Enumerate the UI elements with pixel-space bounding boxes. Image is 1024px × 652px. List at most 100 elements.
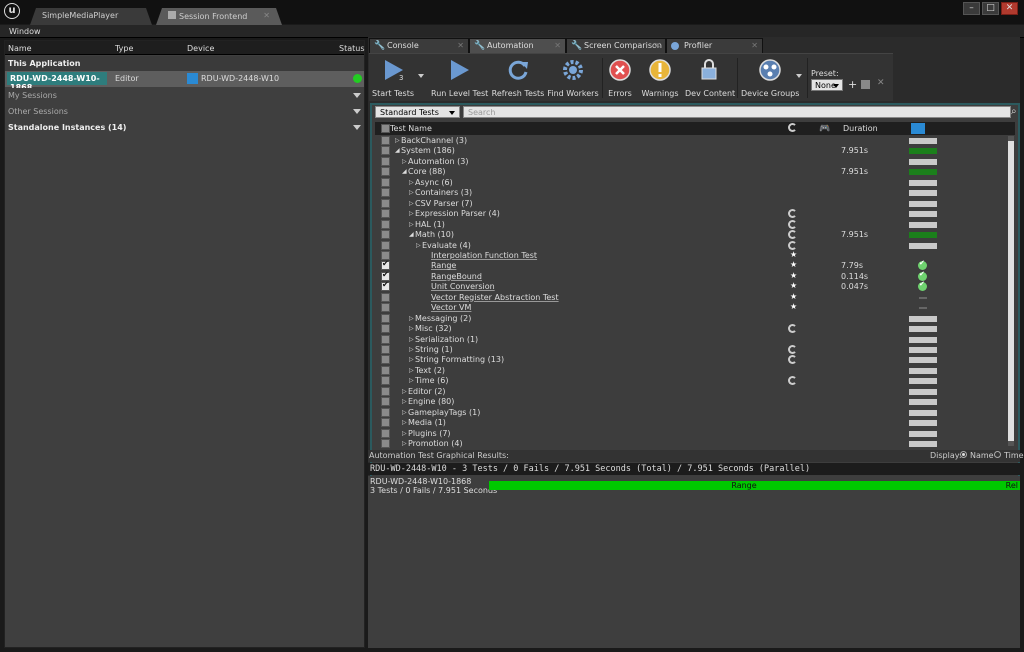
- test-checkbox[interactable]: [381, 156, 390, 166]
- tab-profiler[interactable]: Profiler ✕: [666, 38, 763, 53]
- expanded-arrow-icon[interactable]: ◢: [395, 147, 400, 154]
- collapsed-arrow-icon[interactable]: ▷: [402, 409, 407, 416]
- test-row[interactable]: ▷ Editor (2): [375, 386, 1015, 397]
- collapsed-arrow-icon[interactable]: ▷: [416, 242, 421, 249]
- tab-automation[interactable]: 🔧 Automation ✕: [469, 38, 566, 53]
- start-tests-dropdown[interactable]: [416, 56, 426, 100]
- chevron-down-icon[interactable]: [353, 125, 361, 130]
- errors-button[interactable]: Errors: [605, 56, 635, 100]
- close-icon[interactable]: ✕: [457, 41, 464, 50]
- collapsed-arrow-icon[interactable]: ▷: [395, 137, 400, 144]
- test-checkbox[interactable]: [381, 292, 390, 302]
- graph-result-bar[interactable]: Range Rel: [489, 481, 1020, 490]
- tab-screen-comparison[interactable]: 🔧 Screen Comparison ✕: [566, 38, 666, 53]
- test-row[interactable]: ▷ CSV Parser (7): [375, 198, 1015, 209]
- test-checkbox[interactable]: [381, 407, 390, 417]
- run-level-test-button[interactable]: Run Level Test: [431, 56, 488, 100]
- collapsed-arrow-icon[interactable]: ▷: [402, 419, 407, 426]
- start-tests-button[interactable]: 3 Start Tests: [371, 56, 415, 100]
- session-row[interactable]: RDU-WD-2448-W10-1868 Editor RDU-WD-2448-…: [5, 71, 364, 92]
- test-row[interactable]: ▷ GameplayTags (1): [375, 407, 1015, 418]
- warnings-button[interactable]: Warnings: [639, 56, 681, 100]
- test-checkbox[interactable]: [381, 230, 390, 240]
- test-checkbox[interactable]: [381, 418, 390, 428]
- collapsed-arrow-icon[interactable]: ▷: [402, 388, 407, 395]
- test-row[interactable]: ◢ Core (88) 7.951s: [375, 167, 1015, 177]
- scrollbar[interactable]: [1008, 136, 1014, 446]
- test-row[interactable]: ▷ Async (6): [375, 177, 1015, 188]
- test-checkbox[interactable]: [381, 397, 390, 407]
- test-checkbox[interactable]: [381, 240, 390, 250]
- collapsed-arrow-icon[interactable]: ▷: [402, 440, 407, 447]
- test-row[interactable]: ▷ Evaluate (4): [375, 240, 1015, 251]
- test-row[interactable]: ▷ Serialization (1): [375, 334, 1015, 345]
- dev-content-button[interactable]: Dev Content: [685, 56, 735, 100]
- collapsed-arrow-icon[interactable]: ▷: [402, 158, 407, 165]
- maximize-button[interactable]: □: [982, 2, 999, 15]
- test-checkbox[interactable]: [381, 136, 390, 145]
- test-checkbox[interactable]: [381, 376, 390, 386]
- group-standalone-instances[interactable]: Standalone Instances (14): [5, 120, 364, 135]
- test-checkbox[interactable]: [381, 365, 390, 375]
- close-icon[interactable]: ✕: [751, 41, 758, 50]
- test-row[interactable]: ▷ Plugins (7): [375, 428, 1015, 439]
- test-checkbox[interactable]: [381, 219, 390, 229]
- col-name[interactable]: Name: [8, 44, 32, 53]
- collapsed-arrow-icon[interactable]: ▷: [409, 189, 414, 196]
- test-row[interactable]: ▷ Misc (32): [375, 324, 1015, 334]
- test-checkbox[interactable]: [381, 324, 390, 334]
- expanded-arrow-icon[interactable]: ◢: [402, 168, 407, 175]
- collapsed-arrow-icon[interactable]: ▷: [409, 325, 414, 332]
- device-groups-dropdown[interactable]: [794, 56, 804, 100]
- test-checkbox[interactable]: [381, 334, 390, 344]
- collapsed-arrow-icon[interactable]: ▷: [409, 356, 414, 363]
- test-row[interactable]: Vector Register Abstraction Test ★: [375, 292, 1015, 303]
- test-row[interactable]: ◢ System (186) 7.951s: [375, 146, 1015, 156]
- delete-preset-icon[interactable]: ✕: [877, 78, 885, 88]
- col-test-name[interactable]: Test Name: [390, 124, 432, 133]
- test-checkbox[interactable]: [381, 345, 390, 354]
- select-all-checkbox[interactable]: [381, 124, 390, 133]
- tab-simple-media-player[interactable]: SimpleMediaPlayer: [30, 8, 152, 25]
- menu-window[interactable]: Window: [9, 27, 41, 36]
- close-icon[interactable]: ✕: [554, 41, 561, 50]
- test-row[interactable]: Unit Conversion ★ 0.047s: [375, 280, 1015, 292]
- test-checkbox[interactable]: [381, 280, 390, 292]
- test-row[interactable]: ▷ Promotion (4): [375, 439, 1015, 449]
- collapsed-arrow-icon[interactable]: ▷: [409, 315, 414, 322]
- test-row[interactable]: ▷ Automation (3): [375, 156, 1015, 167]
- chevron-down-icon[interactable]: [353, 93, 361, 98]
- test-row[interactable]: ▷ Engine (80): [375, 397, 1015, 407]
- col-status[interactable]: Status: [339, 44, 365, 53]
- device-groups-button[interactable]: Device Groups: [741, 56, 799, 100]
- group-my-sessions[interactable]: My Sessions: [5, 88, 364, 103]
- minimize-button[interactable]: –: [963, 2, 980, 15]
- collapsed-arrow-icon[interactable]: ▷: [402, 430, 407, 437]
- test-checkbox[interactable]: [381, 209, 390, 219]
- test-row[interactable]: ▷ Text (2): [375, 365, 1015, 376]
- test-row[interactable]: ▷ Messaging (2): [375, 313, 1015, 324]
- test-row[interactable]: ▷ Containers (3): [375, 188, 1015, 198]
- history-col-icon[interactable]: [788, 123, 797, 132]
- collapsed-arrow-icon[interactable]: ▷: [409, 377, 414, 384]
- search-icon[interactable]: ⌕: [1011, 107, 1021, 117]
- collapsed-arrow-icon[interactable]: ▷: [409, 336, 414, 343]
- test-type-dropdown[interactable]: Standard Tests: [375, 106, 460, 118]
- search-input[interactable]: Search: [463, 106, 1011, 118]
- tab-session-frontend[interactable]: Session Frontend ✕: [156, 8, 282, 25]
- test-row[interactable]: ▷ String Formatting (13): [375, 355, 1015, 365]
- test-checkbox[interactable]: [381, 386, 390, 396]
- col-duration[interactable]: Duration: [843, 124, 878, 133]
- test-checkbox[interactable]: [381, 167, 390, 177]
- close-icon[interactable]: ✕: [654, 41, 661, 50]
- test-checkbox[interactable]: [381, 439, 390, 449]
- collapsed-arrow-icon[interactable]: ▷: [409, 221, 414, 228]
- group-this-application[interactable]: This Application: [5, 56, 364, 71]
- test-checkbox[interactable]: [381, 146, 390, 156]
- test-checkbox[interactable]: [381, 428, 390, 438]
- tab-console[interactable]: 🔧 Console ✕: [369, 38, 469, 53]
- test-checkbox[interactable]: [381, 188, 390, 198]
- col-type[interactable]: Type: [115, 44, 133, 53]
- test-row[interactable]: ▷ String (1): [375, 345, 1015, 355]
- preset-select[interactable]: None: [811, 79, 843, 91]
